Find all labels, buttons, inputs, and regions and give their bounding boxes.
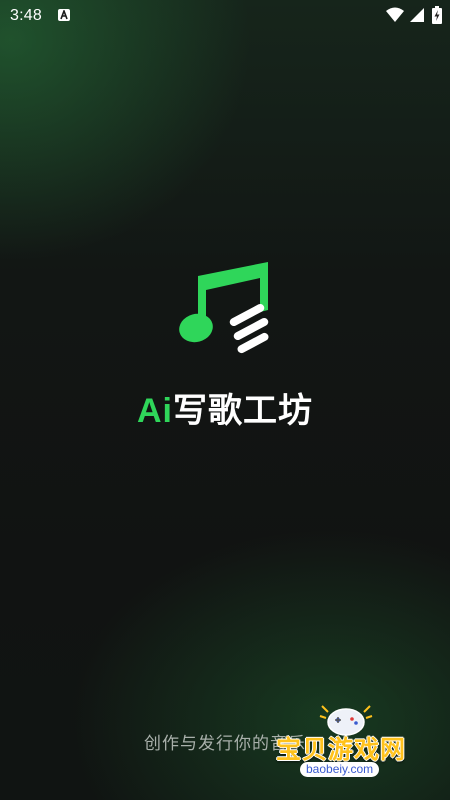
android-a-icon [58,9,70,21]
status-bar: 3:48 [0,0,450,34]
splash-screen: 3:48 Ai写歌工坊 创作与发行你的音乐 宝贝游戏网 baobeiy.com [0,0,450,800]
watermark-url: baobeiy.com [300,762,380,777]
app-title: Ai写歌工坊 [0,383,450,432]
app-title-accent: Ai [137,392,173,430]
signal-icon [409,7,425,27]
watermark-brand: 宝贝游戏网 [276,735,407,764]
app-title-rest: 写歌工坊 [173,392,313,430]
battery-charging-icon [432,6,442,28]
music-note-icon [176,258,276,358]
status-time: 3:48 [10,7,42,24]
watermark: 宝贝游戏网 baobeiy.com [276,700,436,782]
wifi-icon [386,7,404,27]
